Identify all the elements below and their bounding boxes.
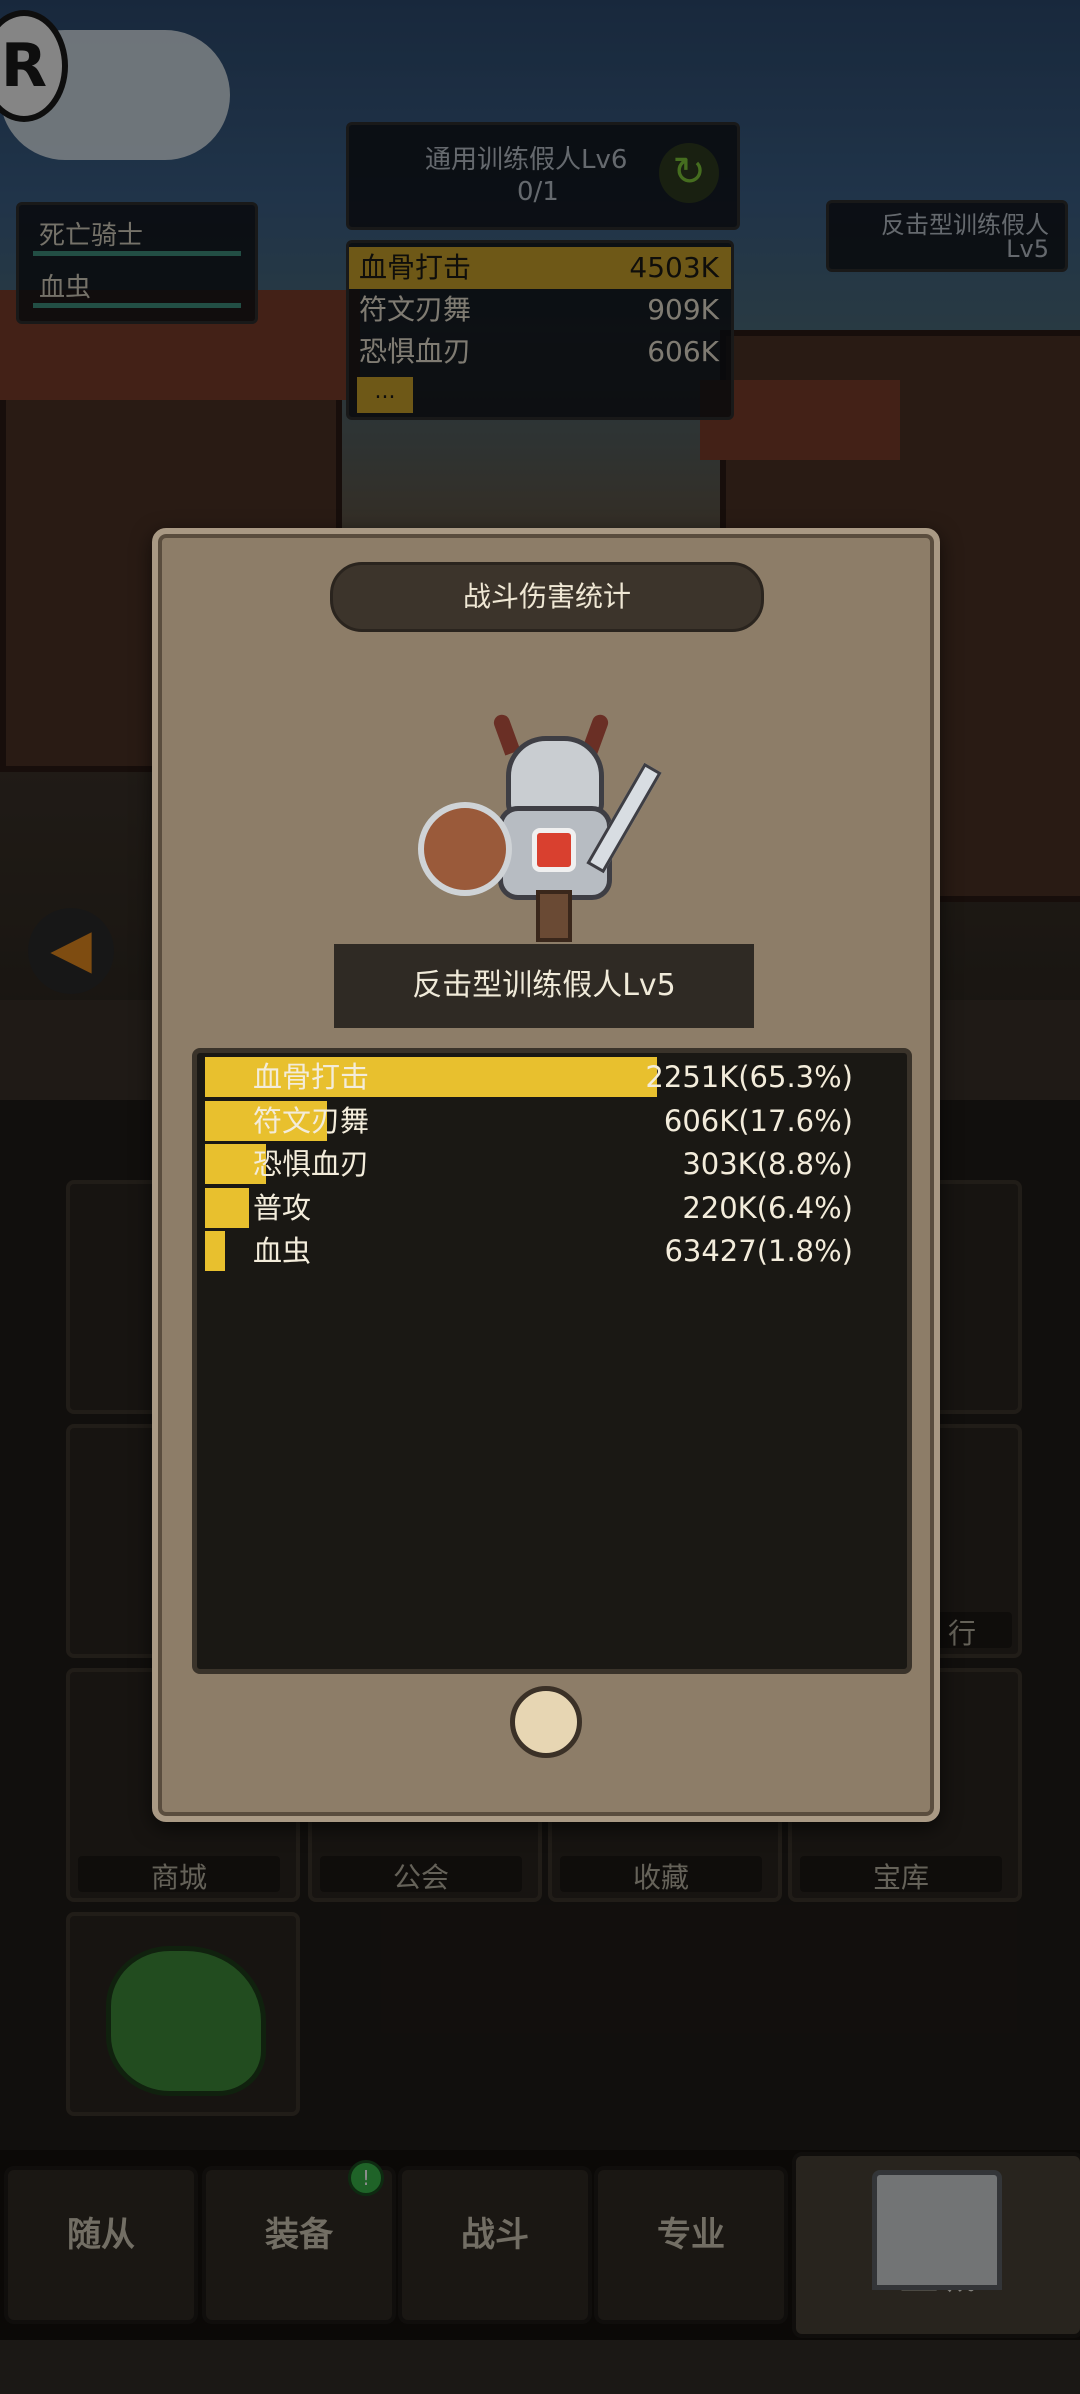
- dummy-post: [536, 890, 572, 942]
- damage-stat-name: 血虫: [253, 1234, 312, 1269]
- training-dummy-illustration: [418, 712, 678, 942]
- emblem-icon: [532, 828, 576, 872]
- shield-icon: [418, 802, 512, 896]
- close-button[interactable]: [510, 1686, 582, 1758]
- damage-stat-value: 303K(8.8%): [682, 1147, 853, 1182]
- damage-stat-row: 血骨打击 2251K(65.3%): [205, 1057, 897, 1097]
- damage-stat-row: 普攻 220K(6.4%): [205, 1187, 897, 1228]
- damage-stat-value: 220K(6.4%): [682, 1190, 853, 1225]
- damage-stat-value: 63427(1.8%): [664, 1234, 853, 1269]
- damage-stat-row: 血虫 63427(1.8%): [205, 1231, 897, 1272]
- boss-name-label: 反击型训练假人Lv5: [334, 944, 754, 1028]
- damage-share-bar: [205, 1187, 249, 1228]
- damage-stat-name: 血骨打击: [253, 1060, 370, 1094]
- damage-stat-name: 普攻: [253, 1190, 312, 1225]
- modal-title: 战斗伤害统计: [330, 562, 764, 632]
- damage-stat-row: 符文刃舞 606K(17.6%): [205, 1100, 897, 1141]
- damage-stat-value: 2251K(65.3%): [645, 1060, 853, 1094]
- damage-share-bar: [205, 1231, 225, 1272]
- damage-stat-value: 606K(17.6%): [663, 1103, 853, 1138]
- damage-stat-row: 恐惧血刃 303K(8.8%): [205, 1144, 897, 1185]
- damage-stat-name: 符文刃舞: [253, 1103, 370, 1138]
- damage-stats-list: 血骨打击 2251K(65.3%) 符文刃舞 606K(17.6%) 恐惧血刃 303K(…: [192, 1048, 912, 1674]
- damage-stat-name: 恐惧血刃: [253, 1147, 370, 1182]
- damage-stats-modal: 战斗伤害统计 反击型训练假人Lv5 血骨打击 2251K(65.3%) 符文刃舞 60…: [152, 528, 940, 1822]
